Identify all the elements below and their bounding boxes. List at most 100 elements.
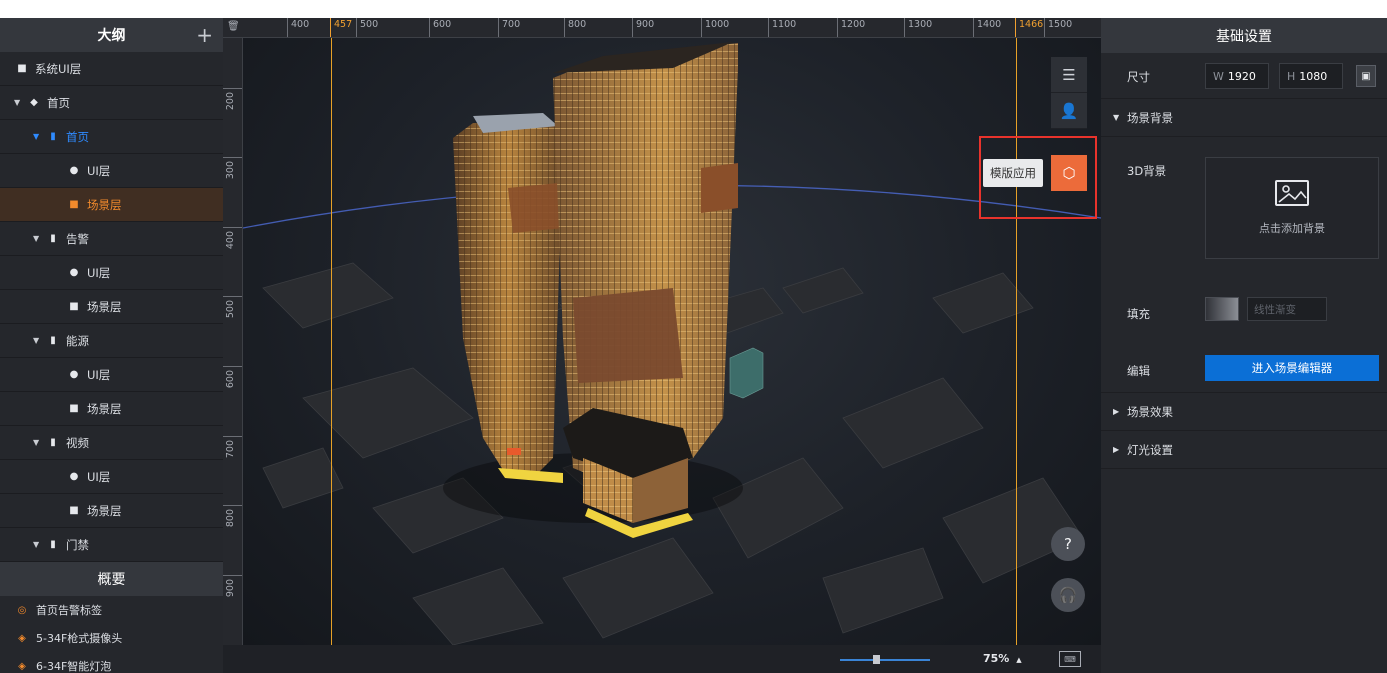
ruler-tick: 800: [223, 505, 242, 527]
sliders-icon[interactable]: ☰: [1051, 57, 1087, 93]
cube-icon: ⬡: [1062, 164, 1076, 182]
tree-item-alarm[interactable]: ▼ ▮ 告警: [0, 222, 223, 256]
page-icon: ▮: [50, 131, 56, 142]
tree-item-label: 门禁: [66, 537, 89, 552]
caret-down-icon[interactable]: ▼: [33, 540, 45, 549]
ui-layer-icon: ●: [69, 369, 79, 380]
tree-item-system-ui[interactable]: ■ 系统UI层: [0, 52, 223, 86]
keyboard-icon[interactable]: ⌨: [1059, 651, 1081, 667]
fill-label: 填充: [1127, 307, 1150, 321]
outline-title: 大纲: [97, 28, 126, 44]
ruler-tick: 300: [223, 157, 242, 179]
page-icon: ▮: [50, 437, 56, 448]
tree-item-alarm-ui[interactable]: ● UI层: [0, 256, 223, 290]
tree-item-energy-scene[interactable]: ■ 场景层: [0, 392, 223, 426]
overview-item-bulb[interactable]: ◈ 6-34F智能灯泡: [0, 652, 223, 673]
lock-icon: ▣: [1361, 70, 1371, 82]
edit-label: 编辑: [1127, 364, 1150, 378]
tree-item-home-page[interactable]: ▼ ▮ 首页: [0, 120, 223, 154]
tree-item-video-scene[interactable]: ■ 场景层: [0, 494, 223, 528]
zoom-value: 75%: [983, 652, 1010, 665]
ui-layer-icon: ●: [69, 267, 79, 278]
zoom-dropdown[interactable]: 75% ▲: [983, 652, 1022, 665]
section-title: 灯光设置: [1127, 442, 1173, 457]
ruler-tick: 1000: [701, 18, 729, 37]
tree-item-label: 场景层: [87, 401, 122, 416]
caret-down-icon[interactable]: ▼: [33, 132, 45, 141]
ruler-tick: 200: [223, 88, 242, 110]
aspect-lock-button[interactable]: ▣: [1356, 65, 1376, 87]
tree-item-alarm-scene[interactable]: ■ 场景层: [0, 290, 223, 324]
caret-right-icon: ▶: [1113, 407, 1120, 416]
caret-down-icon[interactable]: ▼: [33, 438, 45, 447]
ruler-tick: 1100: [768, 18, 796, 37]
tree-item-label: UI层: [87, 469, 111, 484]
trash-icon[interactable]: 🗑: [227, 21, 240, 32]
template-apply-tooltip: 模版应用: [983, 159, 1043, 187]
tree-item-label: 首页: [66, 129, 89, 144]
scene-background-body: 3D背景 点击添加背景 填充 线性渐变 编辑 进入场景编辑器: [1101, 137, 1387, 393]
outline-panel: 大纲 + ■ 系统UI层 ▼ ◆ 首页 ▼ ▮ 首页 ● UI层 ■ 场景层 ▼…: [0, 18, 223, 673]
tree-item-access[interactable]: ▼ ▮ 门禁: [0, 528, 223, 562]
tree-item-label: 场景层: [87, 197, 122, 212]
fill-color-swatch[interactable]: [1205, 297, 1239, 321]
lighting-section[interactable]: ▶ 灯光设置: [1101, 431, 1387, 469]
enter-scene-editor-button[interactable]: 进入场景编辑器: [1205, 355, 1379, 381]
user-icon[interactable]: 👤: [1051, 93, 1087, 129]
tree-item-energy-ui[interactable]: ● UI层: [0, 358, 223, 392]
ruler-tick-guide: 457: [330, 18, 352, 37]
tree-item-energy[interactable]: ▼ ▮ 能源: [0, 324, 223, 358]
scene-layer-icon: ■: [69, 403, 79, 414]
overview-item-alarm-tag[interactable]: ◎ 首页告警标签: [0, 596, 223, 624]
tree-item-video-ui[interactable]: ● UI层: [0, 460, 223, 494]
ruler-tick: 1400: [973, 18, 1001, 37]
ruler-left[interactable]: 200 300 400 500 600 700 800 900: [223, 38, 243, 645]
ruler-tick: 600: [429, 18, 451, 37]
scene-background-section[interactable]: ▼ 场景背景: [1101, 99, 1387, 137]
ruler-tick: 400: [287, 18, 309, 37]
section-title: 场景效果: [1127, 404, 1173, 419]
small-building: [729, 347, 764, 399]
add-layer-button[interactable]: +: [196, 23, 213, 47]
tree-item-home-group[interactable]: ▼ ◆ 首页: [0, 86, 223, 120]
tree-item-video[interactable]: ▼ ▮ 视频: [0, 426, 223, 460]
guide-line-x457[interactable]: [331, 38, 332, 645]
scene-canvas[interactable]: [243, 38, 1101, 645]
tree-item-home-scene[interactable]: ■ 场景层: [0, 188, 223, 222]
caret-up-icon: ▲: [1016, 656, 1022, 664]
zoom-slider-handle[interactable]: [873, 655, 880, 664]
caret-down-icon[interactable]: ▼: [33, 234, 45, 243]
height-input[interactable]: H 1080: [1279, 63, 1343, 89]
ruler-top[interactable]: 🗑 400 457 500 600 700 800 900 1000 1100 …: [223, 18, 1101, 38]
caret-down-icon[interactable]: ▼: [14, 98, 26, 107]
caret-down-icon[interactable]: ▼: [33, 336, 45, 345]
scene-layer-icon: ■: [69, 505, 79, 516]
scene-layer-icon: ■: [69, 199, 79, 210]
guide-line-x1466[interactable]: [1016, 38, 1017, 645]
width-input[interactable]: W 1920: [1205, 63, 1269, 89]
ruler-tick-guide: 1466: [1015, 18, 1043, 37]
tree-item-label: 能源: [66, 333, 89, 348]
tree-item-label: UI层: [87, 163, 111, 178]
tree-item-label: UI层: [87, 367, 111, 382]
overview-item-label: 首页告警标签: [36, 604, 102, 617]
help-button[interactable]: ?: [1051, 527, 1085, 561]
support-button[interactable]: 🎧: [1051, 578, 1085, 612]
scene-effects-section[interactable]: ▶ 场景效果: [1101, 393, 1387, 431]
upload-text: 点击添加背景: [1259, 222, 1325, 235]
template-apply-button[interactable]: ⬡: [1051, 155, 1087, 191]
tree-item-label: UI层: [87, 265, 111, 280]
scene-layer-icon: ■: [69, 301, 79, 312]
bg3d-label: 3D背景: [1127, 164, 1167, 178]
background-upload[interactable]: 点击添加背景: [1205, 157, 1379, 259]
outline-tree: ■ 系统UI层 ▼ ◆ 首页 ▼ ▮ 首页 ● UI层 ■ 场景层 ▼ ▮ 告警…: [0, 52, 223, 562]
tree-item-label: 场景层: [87, 503, 122, 518]
overview-item-camera[interactable]: ◈ 5-34F枪式摄像头: [0, 624, 223, 652]
layers-icon: ◆: [30, 97, 38, 108]
ruler-tick: 1500: [1044, 18, 1072, 37]
tree-item-home-ui[interactable]: ● UI层: [0, 154, 223, 188]
size-label: 尺寸: [1127, 70, 1150, 84]
fill-type-input[interactable]: 线性渐变: [1247, 297, 1327, 321]
ruler-tick: 500: [223, 296, 242, 318]
zoom-slider-track[interactable]: [840, 659, 930, 661]
